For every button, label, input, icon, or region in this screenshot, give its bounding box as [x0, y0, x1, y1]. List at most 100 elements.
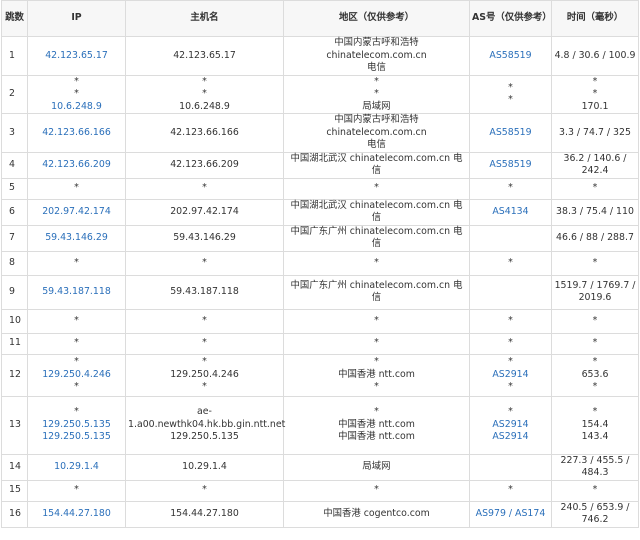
time-cell: 227.3 / 455.5 / 484.3: [551, 453, 639, 481]
ip-link[interactable]: 59.43.146.29: [30, 232, 123, 245]
hop-cell: 11: [1, 332, 28, 355]
region-cell: 中国内蒙古呼和浩特 chinatelecom.com.cn 电信: [283, 113, 470, 153]
time-cell: * 154.4 143.4: [551, 395, 639, 455]
ip-link[interactable]: 59.43.187.118: [30, 286, 123, 299]
header-as: AS号（仅供参考）: [469, 0, 552, 37]
cell-text: *: [508, 406, 513, 418]
cell-text: *: [74, 337, 79, 349]
ip-cell: *: [27, 177, 126, 200]
cell-text: *: [74, 406, 79, 418]
cell-text: 202.97.42.174: [170, 205, 239, 217]
cell-text: *: [202, 75, 207, 87]
ip-link[interactable]: 42.123.66.209: [30, 159, 123, 172]
ip-cell: 59.43.146.29: [27, 224, 126, 252]
time-cell: *: [551, 177, 639, 200]
cell-text: *: [202, 256, 207, 268]
as-cell: * *: [469, 74, 552, 114]
time-cell: *: [551, 332, 639, 355]
ip-link[interactable]: 154.44.27.180: [30, 508, 123, 521]
as-cell: *: [469, 308, 552, 334]
cell-text: 中国香港 ntt.com: [338, 431, 415, 443]
as-link[interactable]: AS58519: [472, 159, 549, 172]
table-row: 6 202.97.42.174 202.97.42.174 中国湖北武汉 chinat…: [1, 198, 639, 226]
as-link[interactable]: AS2914: [472, 431, 549, 444]
hostname-cell: 202.97.42.174: [125, 198, 284, 226]
cell-text: *: [592, 356, 598, 368]
table-row: 8 * * * * *: [1, 250, 639, 276]
time-cell: 1519.7 / 1769.7 /2019.6: [551, 274, 639, 310]
cell-text: *: [202, 484, 207, 496]
time-cell: 3.3 / 74.7 / 325: [551, 113, 639, 153]
cell-text: *: [74, 484, 79, 496]
table-row: 5 * * * * *: [1, 177, 639, 200]
table-row: 13 * 129.250.5.135 129.250.5.135 ae- 1.a00.ne…: [1, 395, 639, 455]
hop-cell: 14: [1, 453, 28, 481]
as-link[interactable]: AS4134: [472, 206, 549, 219]
hostname-cell: 42.123.65.17: [125, 36, 284, 76]
region-cell: *: [283, 177, 470, 200]
ip-link[interactable]: 129.250.5.135: [30, 419, 123, 432]
header-hostname: 主机名: [125, 0, 284, 37]
cell-text: 中国湖北武汉 chinatelecom.com.cn 电信: [290, 152, 463, 177]
cell-text: 10.6.248.9: [179, 100, 230, 112]
region-cell: 中国广东广州 chinatelecom.com.cn 电信: [283, 224, 470, 252]
hostname-cell: 42.123.66.209: [125, 151, 284, 179]
cell-text: *: [592, 182, 598, 194]
ip-cell: 59.43.187.118: [27, 274, 126, 310]
hop-cell: 3: [1, 113, 28, 153]
cell-text: 59.43.146.29: [173, 231, 236, 243]
cell-text: 42.123.66.166: [170, 126, 239, 138]
as-cell: AS58519: [469, 113, 552, 153]
cell-text: *: [508, 484, 513, 496]
cell-text: *: [592, 314, 598, 326]
cell-text: *: [508, 337, 513, 349]
ip-cell: * 129.250.4.246 *: [27, 353, 126, 397]
as-cell: [469, 224, 552, 252]
cell-text: 42.123.66.209: [170, 158, 239, 170]
table-row: 3 42.123.66.166 42.123.66.166 中国内蒙古呼和浩特 chi…: [1, 113, 639, 153]
hop-cell: 4: [1, 151, 28, 179]
ip-cell: *: [27, 479, 126, 502]
as-cell: [469, 453, 552, 481]
region-cell: * * 局域网: [283, 74, 470, 114]
ip-link[interactable]: 202.97.42.174: [30, 206, 123, 219]
as-link[interactable]: AS58519: [472, 127, 549, 140]
region-cell: * 中国香港 ntt.com *: [283, 353, 470, 397]
table-row: 7 59.43.146.29 59.43.146.29 中国广东广州 chinatel…: [1, 224, 639, 252]
cell-text: 中国湖北武汉 chinatelecom.com.cn 电信: [290, 199, 463, 224]
cell-text: *: [592, 337, 598, 349]
ip-link[interactable]: 10.6.248.9: [30, 101, 123, 114]
as-link[interactable]: AS979 / AS174: [472, 508, 549, 521]
hop-cell: 10: [1, 308, 28, 334]
cell-text: *: [508, 94, 513, 106]
as-link[interactable]: AS58519: [472, 50, 549, 63]
cell-text: 227.3 / 455.5 / 484.3: [560, 454, 630, 479]
time-cell: 46.6 / 88 / 288.7: [551, 224, 639, 252]
ip-link[interactable]: 42.123.65.17: [30, 50, 123, 63]
cell-text: 中国内蒙古呼和浩特 chinatelecom.com.cn: [326, 114, 427, 138]
hop-cell: 6: [1, 198, 28, 226]
cell-text: *: [374, 182, 379, 194]
as-cell: AS4134: [469, 198, 552, 226]
cell-text: *: [202, 314, 207, 326]
as-link[interactable]: AS2914: [472, 369, 549, 382]
cell-text: *: [592, 484, 598, 496]
cell-text: 59.43.187.118: [170, 285, 239, 297]
header-hop: 跳数: [1, 0, 28, 37]
cell-text: 1519.7 / 1769.7 /: [554, 279, 636, 291]
ip-cell: *: [27, 308, 126, 334]
as-link[interactable]: AS2914: [472, 419, 549, 432]
time-cell: *: [551, 250, 639, 276]
ip-link[interactable]: 129.250.5.135: [30, 431, 123, 444]
cell-text: *: [592, 75, 598, 87]
ip-cell: 42.123.66.209: [27, 151, 126, 179]
hostname-cell: * 129.250.4.246 *: [125, 353, 284, 397]
cell-text: *: [74, 256, 79, 268]
hop-cell: 13: [1, 395, 28, 455]
ip-link[interactable]: 42.123.66.166: [30, 127, 123, 140]
ip-link[interactable]: 10.29.1.4: [30, 461, 123, 474]
as-cell: AS979 / AS174: [469, 500, 552, 528]
time-cell: * 653.6 *: [551, 353, 639, 397]
cell-text: 中国香港 ntt.com: [338, 418, 415, 430]
ip-link[interactable]: 129.250.4.246: [30, 369, 123, 382]
